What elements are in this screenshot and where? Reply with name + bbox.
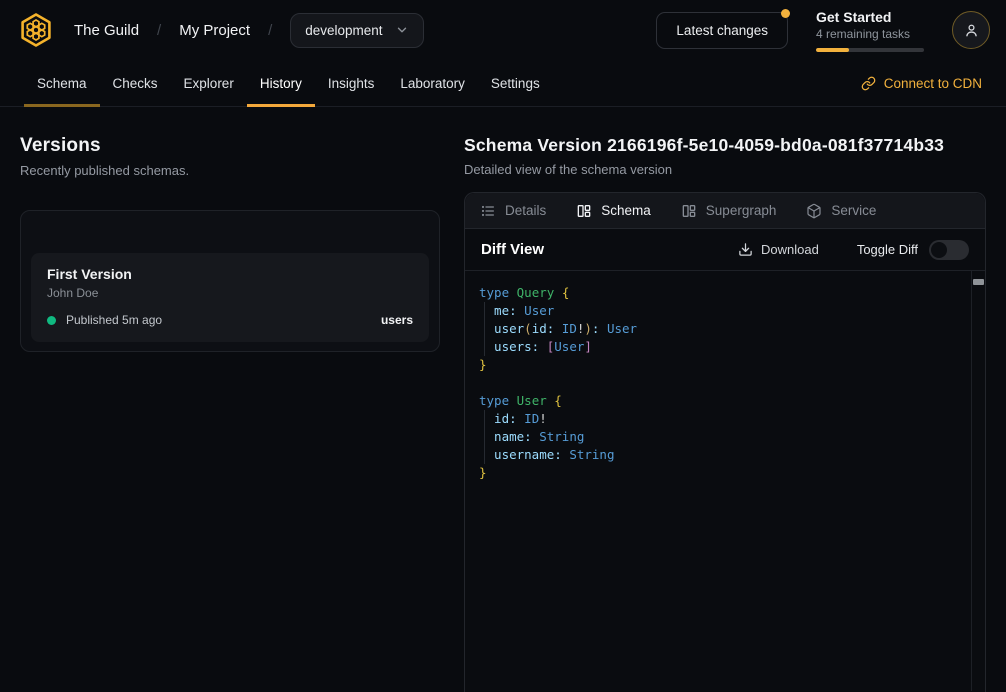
code-line: users: [User] bbox=[479, 338, 959, 356]
version-author: John Doe bbox=[47, 286, 413, 300]
code-line: type User { bbox=[479, 392, 959, 410]
toggle-diff-knob bbox=[931, 242, 947, 258]
versions-subtitle: Recently published schemas. bbox=[20, 163, 440, 178]
notification-dot bbox=[781, 9, 790, 18]
connect-to-cdn-label: Connect to CDN bbox=[884, 76, 982, 91]
code-scrollbar[interactable] bbox=[971, 271, 985, 691]
code-line: id: ID! bbox=[479, 410, 959, 428]
download-button[interactable]: Download bbox=[738, 242, 819, 257]
code-scrollbar-thumb[interactable] bbox=[973, 279, 984, 285]
user-avatar[interactable] bbox=[952, 11, 990, 49]
tab-schema[interactable]: Schema bbox=[24, 60, 100, 106]
main-content: Versions Recently published schemas. Fir… bbox=[0, 107, 1006, 692]
versions-column: Versions Recently published schemas. Fir… bbox=[20, 107, 440, 352]
code-block: type Query { me: User user(id: ID!): Use… bbox=[479, 284, 959, 482]
toggle-diff-group: Toggle Diff bbox=[857, 240, 969, 260]
diff-actions: Download Toggle Diff bbox=[738, 240, 969, 260]
version-name: First Version bbox=[47, 266, 413, 282]
tab-history[interactable]: History bbox=[247, 60, 315, 106]
version-service-badge: users bbox=[381, 313, 413, 327]
diff-view-title: Diff View bbox=[481, 241, 544, 258]
diff-view-header: Diff View Download Toggle Diff bbox=[465, 229, 985, 271]
code-line: name: String bbox=[479, 428, 959, 446]
code-line: username: String bbox=[479, 446, 959, 464]
columns-icon bbox=[681, 203, 697, 219]
download-label: Download bbox=[761, 242, 819, 257]
code-line: type Query { bbox=[479, 284, 959, 302]
tab-insights[interactable]: Insights bbox=[315, 60, 388, 106]
code-line: } bbox=[479, 464, 959, 482]
latest-changes-label: Latest changes bbox=[676, 23, 768, 38]
get-started-subtitle: 4 remaining tasks bbox=[816, 27, 924, 41]
person-icon bbox=[963, 22, 980, 39]
header-right-cluster: Latest changes Get Started 4 remaining t… bbox=[656, 9, 990, 52]
toggle-diff-switch[interactable] bbox=[929, 240, 969, 260]
version-detail-title: Schema Version 2166196f-5e10-4059-bd0a-0… bbox=[464, 135, 986, 156]
detail-tab-service[interactable]: Service bbox=[806, 203, 876, 219]
project-nav: Schema Checks Explorer History Insights … bbox=[0, 60, 1006, 107]
toggle-diff-label: Toggle Diff bbox=[857, 242, 918, 257]
version-detail-column: Schema Version 2166196f-5e10-4059-bd0a-0… bbox=[464, 107, 986, 692]
chevron-down-icon bbox=[395, 23, 409, 37]
get-started-widget[interactable]: Get Started 4 remaining tasks bbox=[816, 9, 924, 52]
version-detail-panel: Details Schema Sup bbox=[464, 192, 986, 692]
breadcrumb-separator: / bbox=[268, 22, 272, 39]
get-started-progress-fill bbox=[816, 48, 849, 52]
detail-tab-supergraph[interactable]: Supergraph bbox=[681, 203, 777, 219]
tab-explorer[interactable]: Explorer bbox=[171, 60, 247, 106]
code-line: me: User bbox=[479, 302, 959, 320]
latest-changes-button[interactable]: Latest changes bbox=[656, 12, 788, 49]
published-status-dot bbox=[47, 316, 56, 325]
download-icon bbox=[738, 242, 753, 257]
version-list-item[interactable]: First Version John Doe Published 5m ago … bbox=[31, 253, 429, 342]
detail-tab-label: Schema bbox=[601, 203, 651, 218]
get-started-title: Get Started bbox=[816, 9, 924, 25]
breadcrumb-separator: / bbox=[157, 22, 161, 39]
detail-tabs: Details Schema Sup bbox=[465, 193, 985, 229]
environment-selector-value: development bbox=[305, 23, 382, 38]
tab-settings[interactable]: Settings bbox=[478, 60, 553, 106]
code-line: } bbox=[479, 356, 959, 374]
version-detail-subtitle: Detailed view of the schema version bbox=[464, 162, 986, 177]
tab-checks[interactable]: Checks bbox=[100, 60, 171, 106]
list-icon bbox=[480, 203, 496, 219]
versions-title: Versions bbox=[20, 135, 440, 157]
connect-to-cdn-link[interactable]: Connect to CDN bbox=[861, 60, 982, 106]
columns-icon bbox=[576, 203, 592, 219]
schema-code-viewer[interactable]: type Query { me: User user(id: ID!): Use… bbox=[465, 271, 985, 691]
detail-tab-label: Service bbox=[831, 203, 876, 218]
project-breadcrumb[interactable]: My Project bbox=[179, 22, 250, 39]
get-started-progressbar bbox=[816, 48, 924, 52]
link-icon bbox=[861, 76, 876, 91]
version-meta-row: Published 5m ago users bbox=[47, 313, 413, 327]
detail-tab-details[interactable]: Details bbox=[480, 203, 546, 219]
detail-tab-label: Supergraph bbox=[706, 203, 777, 218]
hive-logo-icon[interactable] bbox=[16, 10, 56, 50]
tab-laboratory[interactable]: Laboratory bbox=[387, 60, 478, 106]
detail-tab-schema[interactable]: Schema bbox=[576, 203, 651, 219]
code-line bbox=[479, 374, 959, 392]
code-line: user(id: ID!): User bbox=[479, 320, 959, 338]
version-status: Published 5m ago bbox=[66, 313, 162, 327]
top-header: The Guild / My Project / development Lat… bbox=[0, 0, 1006, 60]
cube-icon bbox=[806, 203, 822, 219]
detail-tab-label: Details bbox=[505, 203, 546, 218]
org-breadcrumb[interactable]: The Guild bbox=[74, 22, 139, 39]
environment-selector[interactable]: development bbox=[290, 13, 423, 48]
versions-list: First Version John Doe Published 5m ago … bbox=[20, 210, 440, 352]
